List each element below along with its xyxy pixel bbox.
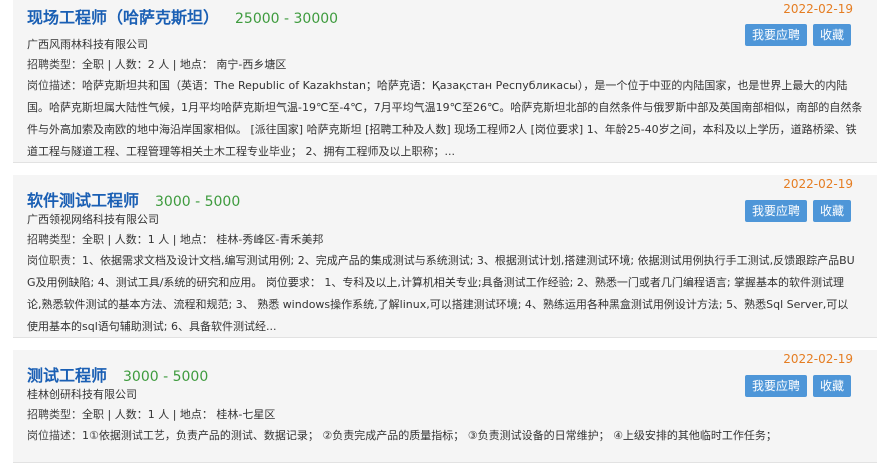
job-card-header: 软件测试工程师 3000 - 5000 2022-02-19 我要应聘 收藏 bbox=[27, 175, 863, 222]
job-date: 2022-02-19 bbox=[783, 352, 853, 366]
job-salary: 3000 - 5000 bbox=[155, 194, 241, 210]
meta-label: 招聘类型： bbox=[27, 58, 82, 71]
meta-label: 招聘类型： bbox=[27, 408, 82, 421]
apply-button[interactable]: 我要应聘 bbox=[744, 24, 807, 46]
job-title[interactable]: 测试工程师 bbox=[27, 366, 107, 385]
job-actions: 我要应聘 收藏 bbox=[744, 200, 851, 222]
apply-button[interactable]: 我要应聘 bbox=[744, 375, 807, 397]
job-description: 岗位职责：1、依据需求文档及设计文档,编写测试用例; 2、完成产品的集成测试与系… bbox=[27, 250, 863, 338]
favorite-button[interactable]: 收藏 bbox=[812, 200, 851, 222]
company-name[interactable]: 广西风雨林科技有限公司 bbox=[27, 36, 863, 52]
job-date: 2022-02-19 bbox=[783, 177, 853, 191]
job-card: 现场工程师（哈萨克斯坦） 25000 - 30000 2022-02-19 我要应… bbox=[13, 0, 877, 163]
job-card-header: 现场工程师（哈萨克斯坦） 25000 - 30000 2022-02-19 我要应… bbox=[27, 0, 863, 46]
job-meta: 招聘类型：全职 | 人数：1 人 | 地点： 桂林-秀峰区-青禾美邦 bbox=[27, 231, 863, 247]
desc-label: 岗位描述： bbox=[27, 429, 82, 442]
job-title[interactable]: 现场工程师（哈萨克斯坦） bbox=[27, 8, 219, 27]
meta-value: 全职 | 人数：1 人 | 地点： 桂林-七星区 bbox=[82, 408, 276, 421]
job-meta: 招聘类型：全职 | 人数：2 人 | 地点： 南宁-西乡塘区 bbox=[27, 56, 863, 72]
job-salary: 3000 - 5000 bbox=[123, 369, 209, 385]
job-card: 软件测试工程师 3000 - 5000 2022-02-19 我要应聘 收藏 广西… bbox=[13, 175, 877, 338]
desc-text: 哈萨克斯坦共和国（英语：The Republic of Kazakhstan；哈… bbox=[27, 79, 863, 158]
job-list: 现场工程师（哈萨克斯坦） 25000 - 30000 2022-02-19 我要应… bbox=[0, 0, 890, 463]
job-meta: 招聘类型：全职 | 人数：1 人 | 地点： 桂林-七星区 bbox=[27, 406, 863, 422]
job-title[interactable]: 软件测试工程师 bbox=[27, 191, 139, 210]
job-card: 测试工程师 3000 - 5000 2022-02-19 我要应聘 收藏 桂林创研… bbox=[13, 350, 877, 463]
job-title-link[interactable]: 软件测试工程师 3000 - 5000 bbox=[27, 187, 240, 211]
job-salary: 25000 - 30000 bbox=[235, 11, 339, 27]
job-actions: 我要应聘 收藏 bbox=[744, 375, 851, 397]
job-description: 岗位描述：1①依据测试工艺，负责产品的测试、数据记录； ②负责完成产品的质量指标… bbox=[27, 425, 863, 447]
desc-label: 岗位职责： bbox=[27, 254, 82, 267]
desc-label: 岗位描述： bbox=[27, 79, 82, 92]
desc-text: 1、依据需求文档及设计文档,编写测试用例; 2、完成产品的集成测试与系统测试; … bbox=[27, 254, 855, 333]
favorite-button[interactable]: 收藏 bbox=[812, 24, 851, 46]
job-description: 岗位描述：哈萨克斯坦共和国（英语：The Republic of Kazakhs… bbox=[27, 75, 863, 163]
meta-value: 全职 | 人数：2 人 | 地点： 南宁-西乡塘区 bbox=[82, 58, 287, 71]
job-title-link[interactable]: 现场工程师（哈萨克斯坦） 25000 - 30000 bbox=[27, 4, 338, 28]
company-name[interactable]: 桂林创研科技有限公司 bbox=[27, 386, 863, 402]
job-card-header: 测试工程师 3000 - 5000 2022-02-19 我要应聘 收藏 bbox=[27, 350, 863, 397]
company-name[interactable]: 广西领视网络科技有限公司 bbox=[27, 211, 863, 227]
meta-label: 招聘类型： bbox=[27, 233, 82, 246]
favorite-button[interactable]: 收藏 bbox=[812, 375, 851, 397]
apply-button[interactable]: 我要应聘 bbox=[744, 200, 807, 222]
job-actions: 我要应聘 收藏 bbox=[744, 24, 851, 46]
job-date: 2022-02-19 bbox=[783, 2, 853, 16]
meta-value: 全职 | 人数：1 人 | 地点： 桂林-秀峰区-青禾美邦 bbox=[82, 233, 324, 246]
desc-text: 1①依据测试工艺，负责产品的测试、数据记录； ②负责完成产品的质量指标； ③负责… bbox=[82, 429, 777, 442]
job-title-link[interactable]: 测试工程师 3000 - 5000 bbox=[27, 362, 208, 386]
